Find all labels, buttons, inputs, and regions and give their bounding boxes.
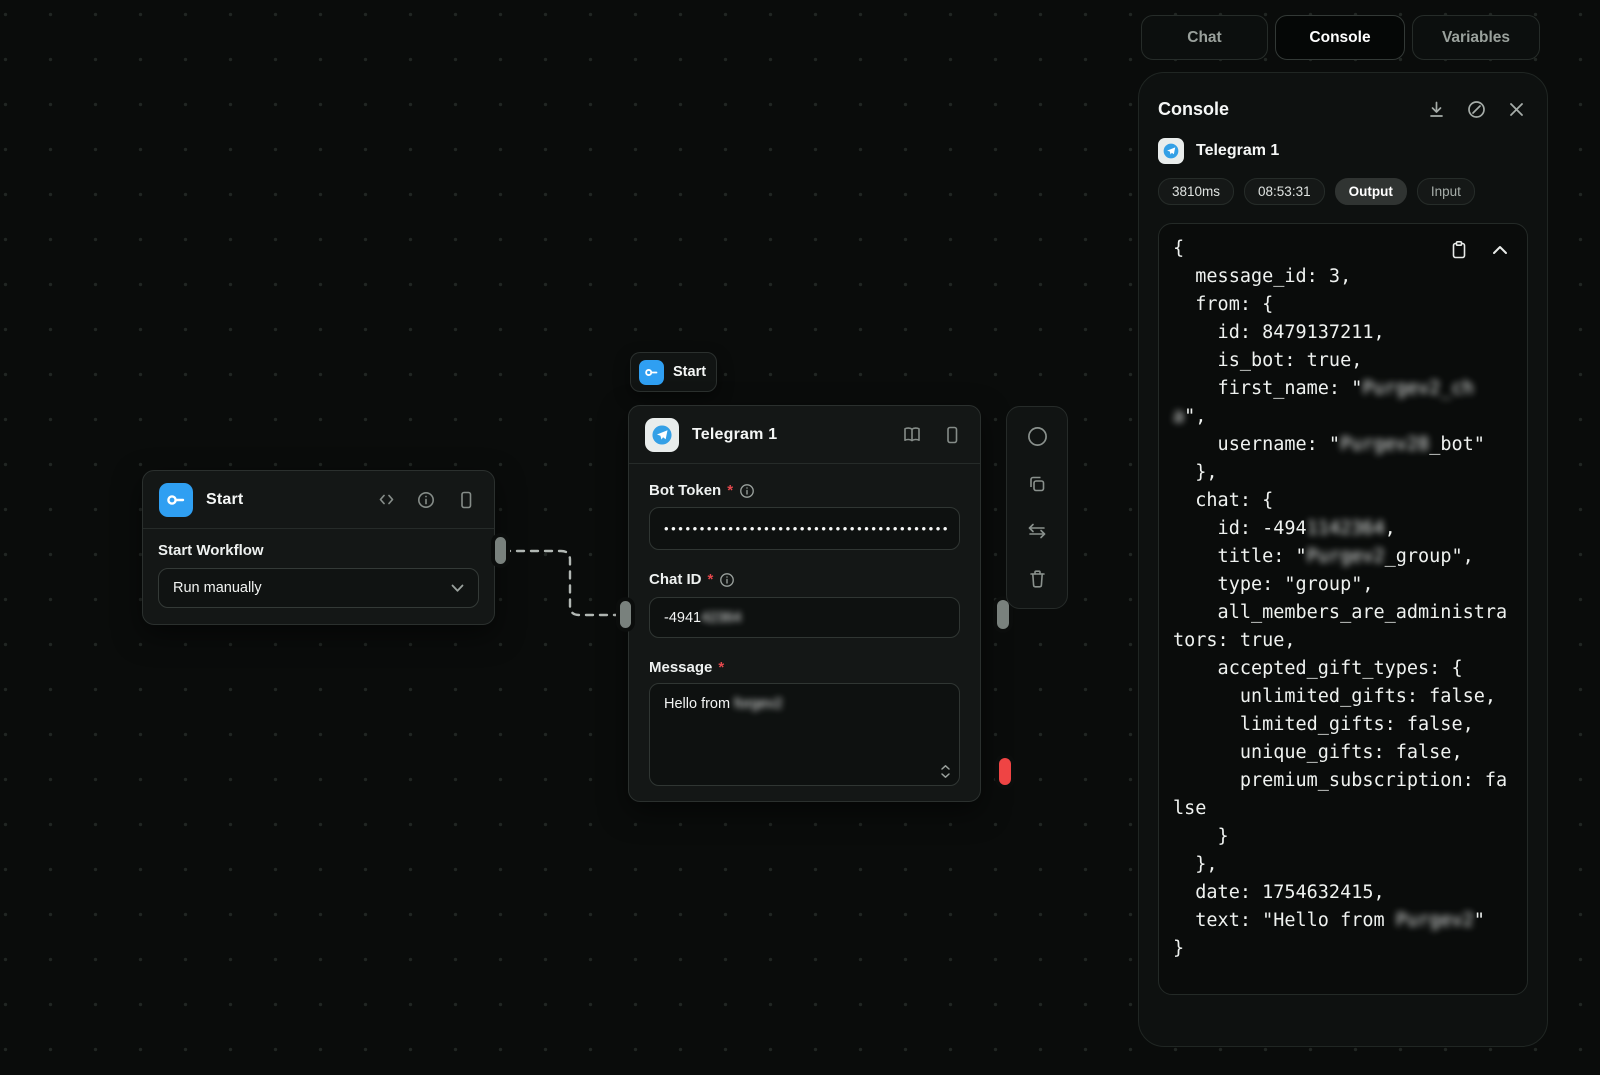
duplicate-icon[interactable] <box>1025 472 1049 496</box>
input-tab-badge[interactable]: Input <box>1417 178 1475 205</box>
tab-chat[interactable]: Chat <box>1141 15 1268 60</box>
chevron-down-icon <box>451 584 464 593</box>
output-tab-badge[interactable]: Output <box>1335 178 1407 205</box>
info-icon[interactable] <box>414 488 438 512</box>
download-icon[interactable] <box>1424 97 1448 121</box>
telegram-output-handle[interactable] <box>997 600 1009 629</box>
code-line: chat: { <box>1173 487 1527 515</box>
code-line: type: "group", <box>1173 571 1527 599</box>
code-line: tors: true, <box>1173 627 1527 655</box>
start-trigger-select[interactable]: Run manually <box>158 568 479 608</box>
required-asterisk: * <box>718 659 724 676</box>
chat-id-value: -494142364 <box>664 610 741 626</box>
message-label: Message * <box>649 659 960 676</box>
code-line: first_name: "Purgev2_ch <box>1173 375 1527 403</box>
code-line: limited_gifts: false, <box>1173 711 1527 739</box>
start-pill-label: Start <box>673 364 706 380</box>
bot-token-label: Bot Token * <box>649 482 960 499</box>
code-line: } <box>1173 935 1527 963</box>
code-icon[interactable] <box>374 488 398 512</box>
info-icon[interactable] <box>719 572 735 588</box>
code-line: unlimited_gifts: false, <box>1173 683 1527 711</box>
bot-token-input[interactable]: •••••••••••••••••••••••••••••••••••••••• <box>649 507 960 550</box>
code-line: id: -4941142364, <box>1173 515 1527 543</box>
telegram-error-handle[interactable] <box>999 758 1011 785</box>
chat-id-input[interactable]: -494142364 <box>649 597 960 638</box>
telegram-node-title: Telegram 1 <box>692 426 887 444</box>
node-toolbar <box>1006 406 1068 609</box>
code-line: lse <box>1173 795 1527 823</box>
telegram-icon <box>645 418 679 452</box>
code-line: }, <box>1173 851 1527 879</box>
code-line: } <box>1173 823 1527 851</box>
start-workflow-label: Start Workflow <box>158 542 479 559</box>
tab-console[interactable]: Console <box>1275 15 1405 60</box>
telegram-input-handle[interactable] <box>620 601 631 628</box>
start-pill-icon <box>639 360 664 385</box>
console-panel: Console <box>1138 72 1548 1047</box>
telegram-node-header[interactable]: Telegram 1 <box>629 406 980 463</box>
code-line: date: 1754632415, <box>1173 879 1527 907</box>
code-line: premium_subscription: fa <box>1173 767 1527 795</box>
console-entry-meta: 3810ms 08:53:31 Output Input <box>1158 178 1528 205</box>
start-icon <box>159 483 193 517</box>
code-line: title: "Purgev2_group", <box>1173 543 1527 571</box>
message-value: Hello from forgev2 <box>664 696 782 712</box>
phone-icon[interactable] <box>454 488 478 512</box>
code-line: a", <box>1173 403 1527 431</box>
swap-arrows-icon[interactable] <box>1025 519 1049 543</box>
start-node-header[interactable]: Start <box>143 471 494 528</box>
console-output-block[interactable]: { message_id: 3, from: { id: 8479137211,… <box>1158 223 1528 995</box>
textarea-resize-icon[interactable] <box>940 764 951 779</box>
start-node-title: Start <box>206 491 361 509</box>
workflow-edge[interactable] <box>503 551 621 615</box>
telegram-node[interactable]: Telegram 1 <box>628 405 981 802</box>
code-line: id: 8479137211, <box>1173 319 1527 347</box>
code-line: message_id: 3, <box>1173 263 1527 291</box>
start-trigger-select-value: Run manually <box>173 580 262 596</box>
code-line: text: "Hello from Purgev2" <box>1173 907 1527 935</box>
code-line: unique_gifts: false, <box>1173 739 1527 767</box>
trash-icon[interactable] <box>1025 567 1049 591</box>
console-entry-node-name: Telegram 1 <box>1196 142 1279 160</box>
clear-console-icon[interactable] <box>1464 97 1488 121</box>
code-line: accepted_gift_types: { <box>1173 655 1527 683</box>
chat-id-label: Chat ID * <box>649 571 960 588</box>
tab-variables[interactable]: Variables <box>1412 15 1540 60</box>
close-icon[interactable] <box>1504 97 1528 121</box>
code-line: is_bot: true, <box>1173 347 1527 375</box>
telegram-icon <box>1158 138 1184 164</box>
start-node[interactable]: Start <box>142 470 495 625</box>
message-textarea[interactable]: Hello from forgev2 <box>649 683 960 786</box>
phone-icon[interactable] <box>940 423 964 447</box>
docs-book-icon[interactable] <box>900 423 924 447</box>
start-pill-node[interactable]: Start <box>630 352 717 392</box>
console-entry-header[interactable]: Telegram 1 <box>1158 138 1528 164</box>
duration-badge: 3810ms <box>1158 178 1234 205</box>
code-line: username: "Purgev28_bot" <box>1173 431 1527 459</box>
required-asterisk: * <box>708 571 714 588</box>
code-line: }, <box>1173 459 1527 487</box>
panel-tabs: Chat Console Variables <box>1141 15 1540 60</box>
console-title: Console <box>1158 99 1424 120</box>
code-line: all_members_are_administra <box>1173 599 1527 627</box>
code-line: from: { <box>1173 291 1527 319</box>
copy-output-icon[interactable] <box>1447 238 1471 262</box>
bot-token-value: •••••••••••••••••••••••••••••••••••••••• <box>664 521 950 536</box>
start-output-handle[interactable] <box>495 537 506 564</box>
required-asterisk: * <box>727 482 733 499</box>
console-code: { message_id: 3, from: { id: 8479137211,… <box>1159 224 1527 977</box>
run-circle-icon[interactable] <box>1025 424 1049 448</box>
collapse-chevron-icon[interactable] <box>1488 238 1512 262</box>
timestamp-badge: 08:53:31 <box>1244 178 1325 205</box>
workflow-app: Start <box>0 0 1600 1075</box>
info-icon[interactable] <box>739 483 755 499</box>
